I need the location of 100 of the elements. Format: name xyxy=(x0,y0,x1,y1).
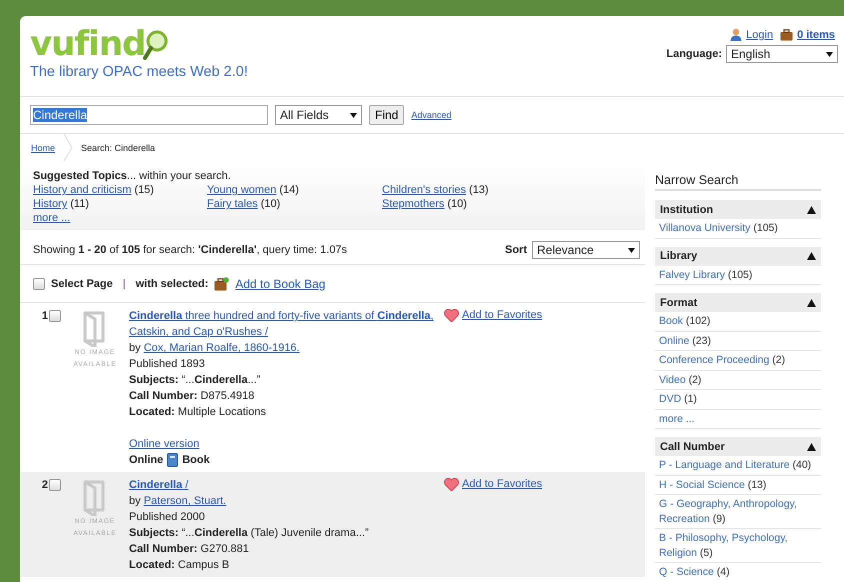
subjects-text: “...Cinderella...” xyxy=(182,374,260,386)
facet-link[interactable]: Villanova University (105) xyxy=(659,221,817,236)
collapse-icon[interactable] xyxy=(807,252,816,260)
located-label: Located: xyxy=(129,406,175,418)
call-number-text: G270.881 xyxy=(200,543,249,555)
language-select[interactable]: English xyxy=(726,45,838,63)
by-label: by xyxy=(129,495,141,507)
facet-link[interactable]: Falvey Library (105) xyxy=(659,268,817,282)
author-link[interactable]: Paterson, Stuart. xyxy=(144,495,226,507)
call-number-text: D875.4918 xyxy=(200,390,254,402)
more-topics-link[interactable]: more ... xyxy=(33,212,70,224)
online-version-link[interactable]: Online version xyxy=(129,436,443,452)
facet-link[interactable]: G - Geography, Anthropology, Recreation (9) xyxy=(659,497,817,526)
published-text: Published 1893 xyxy=(129,357,206,372)
caret-icon xyxy=(350,112,357,118)
result-title-link[interactable]: Cinderella three hundred and forty-five variants of Cinderella, Catskin, and Cap o'Rushes / xyxy=(129,308,443,340)
facet-link[interactable]: Book (102) xyxy=(659,314,817,328)
location-text: Campus B xyxy=(178,559,230,571)
caret-icon xyxy=(628,248,635,252)
with-selected-label: with selected: xyxy=(136,278,208,290)
facet-title: Institution xyxy=(660,204,714,216)
book-bag-link[interactable]: 0 items xyxy=(797,28,835,40)
facet-link[interactable]: Q - Science (4) xyxy=(659,565,817,580)
facet-title: Call Number xyxy=(660,440,725,452)
topic-link[interactable]: Stepmothers xyxy=(382,198,444,210)
more-link[interactable]: more ... xyxy=(659,412,695,424)
topic-count: (11) xyxy=(70,198,89,210)
topic-link[interactable]: Young women xyxy=(207,184,276,196)
topic-count: (13) xyxy=(469,184,489,196)
narrow-search-heading: Narrow Search xyxy=(655,173,821,191)
topic-count: (14) xyxy=(279,184,299,196)
search-field[interactable]: Cinderella xyxy=(30,105,268,125)
facet-link[interactable]: DVD (1) xyxy=(659,392,817,406)
subjects-label: Subjects: xyxy=(129,374,179,386)
location-text: Multiple Locations xyxy=(178,406,266,418)
select-page-label: Select Page xyxy=(51,278,113,290)
author-link[interactable]: Cox, Marian Roalfe, 1860-1916. xyxy=(144,342,300,354)
login-link[interactable]: Login xyxy=(746,28,774,40)
magnifier-icon xyxy=(143,30,170,60)
collapse-icon[interactable] xyxy=(807,442,816,450)
result-title-link[interactable]: Cinderella / xyxy=(129,477,443,493)
subjects-label: Subjects: xyxy=(129,527,179,539)
find-button[interactable]: Find xyxy=(369,105,404,125)
result-checkbox[interactable] xyxy=(49,479,61,491)
facet-link[interactable]: P - Language and Literature (40) xyxy=(659,458,817,472)
subjects-text: “...Cinderella (Tale) Juvenile drama...” xyxy=(182,527,369,539)
result-number: 2 xyxy=(42,479,48,491)
call-number-label: Call Number: xyxy=(129,390,198,402)
heart-icon xyxy=(444,309,459,322)
language-label: Language: xyxy=(666,48,722,60)
sort-label: Sort xyxy=(505,244,527,256)
add-to-favorites-link[interactable]: Add to Favorites xyxy=(462,478,542,490)
facet-header[interactable]: Library xyxy=(655,246,821,266)
result-number: 1 xyxy=(42,310,48,322)
tagline: The library OPAC meets Web 2.0! xyxy=(30,64,248,80)
topic-count: (10) xyxy=(447,198,467,210)
heart-icon xyxy=(444,478,459,491)
result-checkbox[interactable] xyxy=(49,310,61,322)
facet-header[interactable]: Call Number xyxy=(655,437,821,456)
result-summary: Showing 1 - 20 of 105 for search: 'Cinderella', query time: 1.07s xyxy=(33,244,348,256)
format-text: Book xyxy=(182,453,210,468)
user-icon xyxy=(730,28,742,41)
separator: | xyxy=(122,278,126,290)
add-to-favorites-link[interactable]: Add to Favorites xyxy=(462,309,542,321)
facet-title: Format xyxy=(660,296,698,308)
format-text: Online xyxy=(129,453,164,468)
call-number-label: Call Number: xyxy=(129,543,198,555)
facet-link[interactable]: Video (2) xyxy=(659,372,817,387)
select-page-checkbox[interactable] xyxy=(33,278,45,290)
advanced-link[interactable]: Advanced xyxy=(411,110,452,120)
book-icon xyxy=(167,453,178,467)
caret-icon xyxy=(826,52,833,56)
topic-link[interactable]: Children's stories xyxy=(382,184,466,196)
no-image-icon xyxy=(83,480,107,516)
breadcrumb-current: Search: Cinderella xyxy=(81,142,156,152)
topic-link[interactable]: Fairy tales xyxy=(207,198,258,210)
search-type-select[interactable]: All Fields xyxy=(275,105,362,125)
facet-link[interactable]: H - Social Science (13) xyxy=(659,478,817,492)
facet-header[interactable]: Institution xyxy=(655,200,821,219)
topic-link[interactable]: History xyxy=(33,198,68,210)
facet-link[interactable]: Online (23) xyxy=(659,334,817,348)
located-label: Located: xyxy=(129,559,175,571)
topic-count: (15) xyxy=(134,184,154,196)
suggested-topics-heading: Suggested Topics... within your search. xyxy=(33,170,231,182)
facet-link[interactable]: B - Philosophy, Psychology, Religion (5) xyxy=(659,531,817,560)
add-to-book-bag-link[interactable]: Add to Book Bag xyxy=(235,276,326,290)
topic-link[interactable]: History and criticism xyxy=(33,184,132,196)
no-image-icon xyxy=(83,311,107,347)
breadcrumb-link[interactable]: Home xyxy=(31,142,56,152)
by-label: by xyxy=(129,342,141,354)
collapse-icon[interactable] xyxy=(807,298,816,306)
facet-title: Library xyxy=(660,250,698,262)
sort-select[interactable]: Relevance xyxy=(532,241,640,259)
briefcase-icon xyxy=(214,276,230,290)
facet-header[interactable]: Format xyxy=(655,293,821,312)
published-text: Published 2000 xyxy=(129,510,206,525)
topic-count: (10) xyxy=(260,198,280,210)
facet-link[interactable]: Conference Proceeding (2) xyxy=(659,353,817,368)
collapse-icon[interactable] xyxy=(807,206,816,214)
briefcase-icon xyxy=(780,28,794,40)
